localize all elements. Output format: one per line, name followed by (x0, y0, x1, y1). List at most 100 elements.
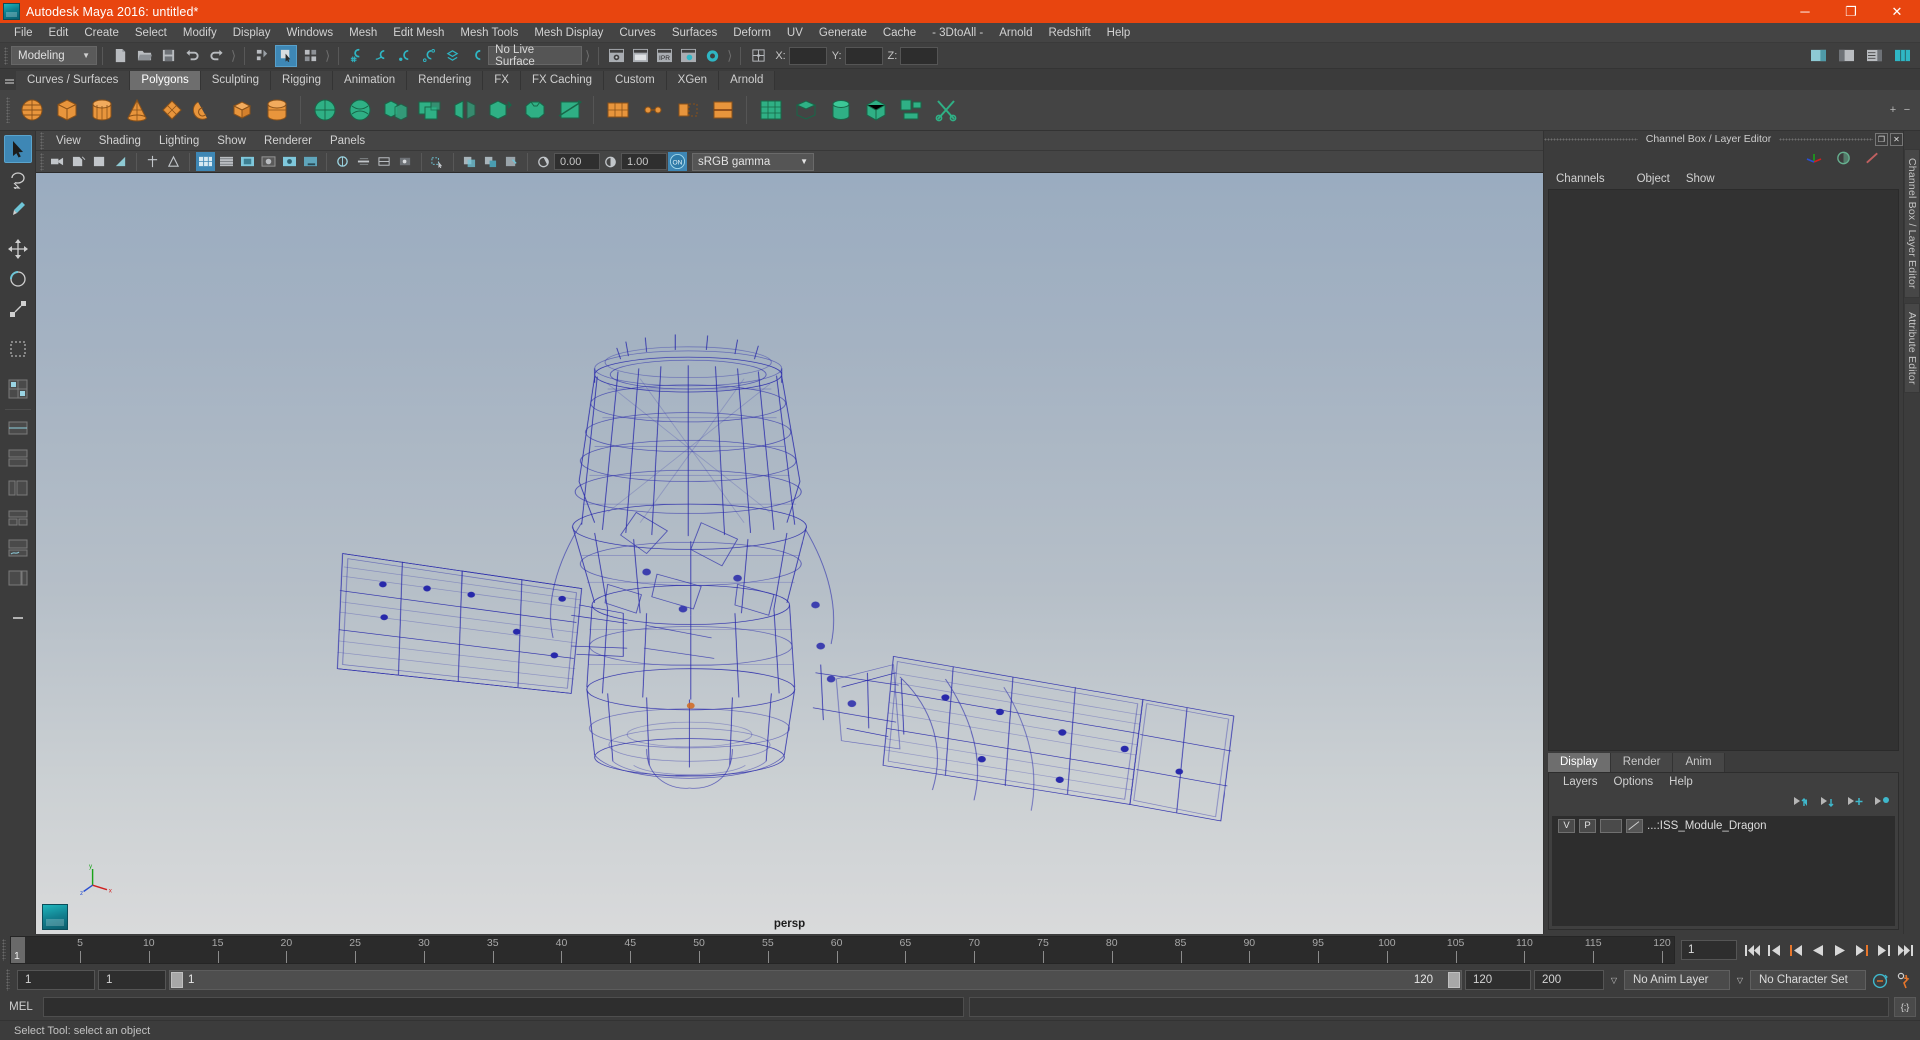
menu-mesh-tools[interactable]: Mesh Tools (452, 23, 526, 43)
anim-layer-selector[interactable]: No Anim Layer (1624, 970, 1730, 990)
channel-box-content[interactable] (1548, 189, 1899, 751)
smooth-shade-icon[interactable] (217, 152, 236, 171)
menu-surfaces[interactable]: Surfaces (664, 23, 725, 43)
open-scene-icon[interactable] (133, 45, 155, 67)
isolate-select-icon[interactable] (428, 152, 447, 171)
range-slider-grip[interactable] (4, 966, 14, 994)
step-back-keyframe-icon[interactable] (1765, 941, 1782, 959)
z-axis-field[interactable] (900, 46, 939, 65)
hypershade-icon[interactable] (701, 45, 723, 67)
channelbox-menu-object[interactable]: Object (1629, 173, 1678, 185)
layout-more-button[interactable] (4, 604, 32, 632)
layer-menu-help[interactable]: Help (1661, 776, 1701, 788)
ipr-render-icon[interactable]: IPR (653, 45, 675, 67)
poly-prism-icon[interactable] (260, 94, 293, 127)
shelf-tab-polygons[interactable]: Polygons (130, 71, 201, 90)
vtab-channel-box-layer-editor[interactable]: Channel Box / Layer Editor (1904, 149, 1920, 298)
auto-keyframe-icon[interactable] (1869, 970, 1891, 990)
menu-curves[interactable]: Curves (611, 23, 663, 43)
poly-torus-icon[interactable] (190, 94, 223, 127)
menu-mesh-display[interactable]: Mesh Display (526, 23, 611, 43)
move-tool-button[interactable] (4, 235, 32, 263)
layout-hypershade-persp-button[interactable] (4, 504, 32, 532)
poly-pipe-icon[interactable] (225, 94, 258, 127)
shelf-menu-icon[interactable] (2, 69, 16, 90)
panel-undock-button[interactable]: ❐ (1875, 132, 1888, 146)
poly-cylinder-icon[interactable] (85, 94, 118, 127)
select-by-hierarchy-icon[interactable] (251, 45, 273, 67)
uv-layout-icon[interactable] (894, 94, 927, 127)
layer-list[interactable]: V P ...:ISS_Module_Dragon (1552, 816, 1895, 926)
layout-two-stacked-button[interactable] (4, 444, 32, 472)
vtab-attribute-editor[interactable]: Attribute Editor (1904, 302, 1920, 394)
layer-shading-toggle[interactable] (1600, 818, 1622, 833)
layer-playback-toggle[interactable]: P (1579, 818, 1596, 833)
shelf-tab-curves-surfaces[interactable]: Curves / Surfaces (16, 71, 131, 90)
playhead[interactable]: 1 (11, 937, 25, 963)
booleans-icon[interactable] (413, 94, 446, 127)
viewport-menu-panels[interactable]: Panels (321, 135, 374, 147)
wireframe-icon[interactable] (196, 152, 215, 171)
snap-to-curve-icon[interactable] (369, 45, 391, 67)
snap-to-view-plane-icon[interactable] (441, 45, 463, 67)
xray-icon[interactable] (460, 152, 479, 171)
poly-cube-icon[interactable] (50, 94, 83, 127)
uv-automatic-icon[interactable] (859, 94, 892, 127)
menu-display[interactable]: Display (225, 23, 279, 43)
depth-of-field-icon[interactable] (396, 152, 415, 171)
uv-cylindrical-icon[interactable] (824, 94, 857, 127)
two-d-pan-zoom-icon[interactable] (111, 152, 130, 171)
command-input[interactable] (43, 997, 964, 1017)
snap-to-projected-center-icon[interactable] (417, 45, 439, 67)
undo-icon[interactable] (181, 45, 203, 67)
anim-layer-caret-icon[interactable]: ▽ (1607, 970, 1621, 990)
attribute-editor-toggle-icon[interactable] (1835, 150, 1852, 166)
menu-redshift[interactable]: Redshift (1040, 23, 1098, 43)
rotate-tool-button[interactable] (4, 265, 32, 293)
render-view-icon[interactable] (629, 45, 651, 67)
editor-layout-icon[interactable] (747, 45, 769, 67)
uv-cut-icon[interactable] (929, 94, 962, 127)
new-layer-from-selected-icon[interactable] (1874, 796, 1890, 809)
panel-close-button[interactable]: ✕ (1890, 132, 1903, 146)
shelf-scroll-down-button[interactable]: − (1900, 104, 1914, 116)
combine-icon[interactable] (378, 94, 411, 127)
shelf-tab-animation[interactable]: Animation (333, 71, 408, 90)
channel-box-icon[interactable] (1805, 150, 1823, 166)
textured-icon[interactable] (259, 152, 278, 171)
sidebar-toggle-toolsettings-icon[interactable] (1835, 45, 1857, 67)
layer-menu-layers[interactable]: Layers (1555, 776, 1606, 788)
sphere-smooth-icon[interactable] (308, 94, 341, 127)
close-button[interactable]: ✕ (1874, 0, 1920, 23)
extrude-icon[interactable] (483, 94, 516, 127)
go-to-start-icon[interactable] (1743, 941, 1760, 959)
render-settings-icon[interactable] (677, 45, 699, 67)
layer-menu-options[interactable]: Options (1606, 776, 1662, 788)
anim-start-field[interactable]: 1 (17, 970, 95, 990)
menu-modify[interactable]: Modify (175, 23, 225, 43)
collapse-group-icon[interactable]: ⟩ (228, 48, 239, 64)
layout-persp-outliner-button[interactable] (4, 564, 32, 592)
exposure-icon[interactable] (534, 152, 553, 171)
viewport-3d[interactable]: persp y x z (36, 173, 1543, 934)
move-layer-down-icon[interactable] (1820, 796, 1836, 809)
poly-sphere-icon[interactable] (15, 94, 48, 127)
select-camera-icon[interactable] (48, 152, 67, 171)
sidebar-toggle-attribute-icon[interactable] (1807, 45, 1829, 67)
collapse-group-icon[interactable]: ⟩ (582, 48, 593, 64)
panel-drag-handle[interactable] (1544, 137, 1638, 141)
x-axis-field[interactable] (788, 46, 827, 65)
maximize-button[interactable]: ❐ (1828, 0, 1874, 23)
time-slider-track[interactable]: 1 5 10 15 20 25 30 35 40 45 50 55 60 65 70 75 80 85 90 95 1… (10, 936, 1675, 964)
grid-toggle-icon[interactable] (143, 152, 162, 171)
viewport-toolbar-grip[interactable] (38, 151, 47, 173)
range-end-field[interactable]: 120 (1465, 970, 1531, 990)
step-forward-frame-icon[interactable] (1853, 941, 1870, 959)
minimize-button[interactable]: ─ (1782, 0, 1828, 23)
connect-icon[interactable] (706, 94, 739, 127)
target-weld-icon[interactable] (636, 94, 669, 127)
menu-deform[interactable]: Deform (725, 23, 779, 43)
modeling-toolkit-icon[interactable] (1864, 150, 1881, 166)
menu-help[interactable]: Help (1099, 23, 1139, 43)
shadows-icon[interactable] (301, 152, 320, 171)
